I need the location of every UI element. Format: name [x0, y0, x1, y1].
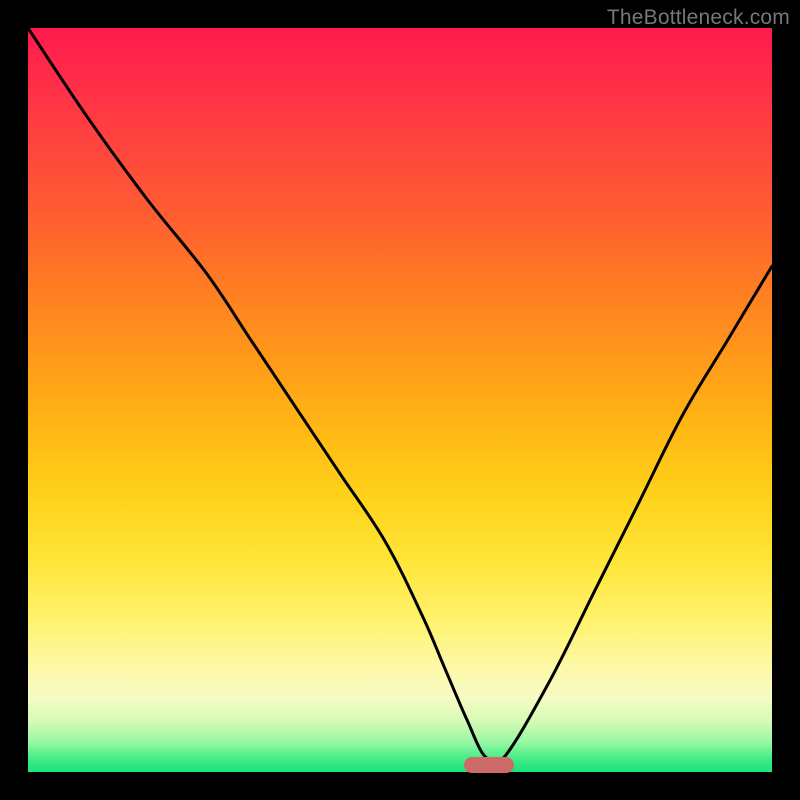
- curve-layer: [28, 28, 772, 772]
- chart-frame: TheBottleneck.com: [0, 0, 800, 800]
- optimal-marker: [464, 757, 514, 773]
- plot-area: [28, 28, 772, 772]
- bottleneck-curve: [28, 28, 772, 765]
- watermark-text: TheBottleneck.com: [607, 6, 790, 30]
